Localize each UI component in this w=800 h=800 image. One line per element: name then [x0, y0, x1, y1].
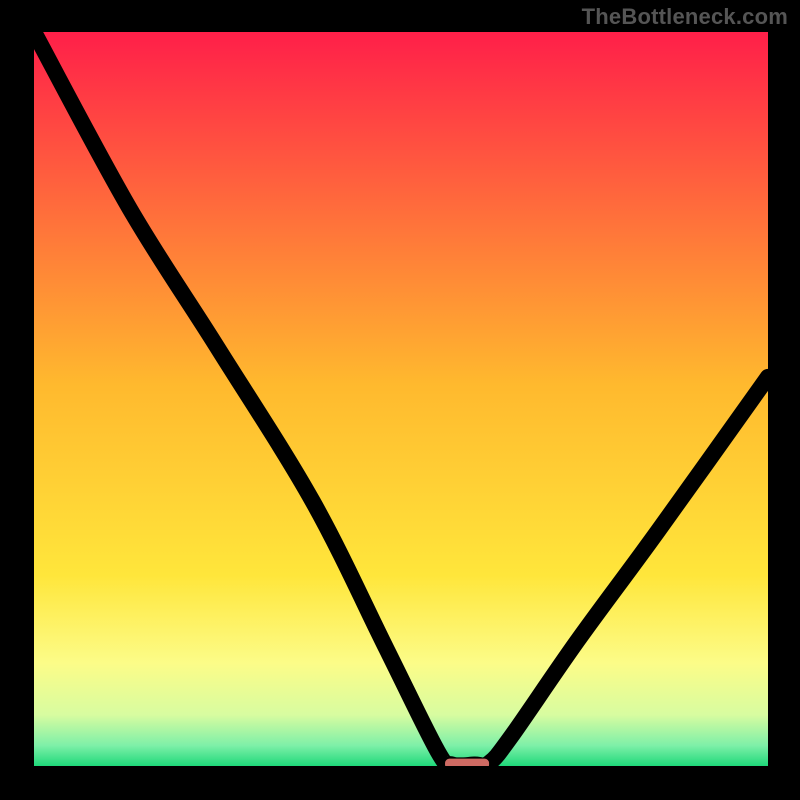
minimum-marker [445, 759, 489, 766]
bottleneck-curve [34, 32, 768, 766]
plot-area [34, 32, 768, 766]
chart-frame: TheBottleneck.com [0, 0, 800, 800]
curve-layer [34, 32, 768, 766]
watermark-text: TheBottleneck.com [582, 4, 788, 30]
